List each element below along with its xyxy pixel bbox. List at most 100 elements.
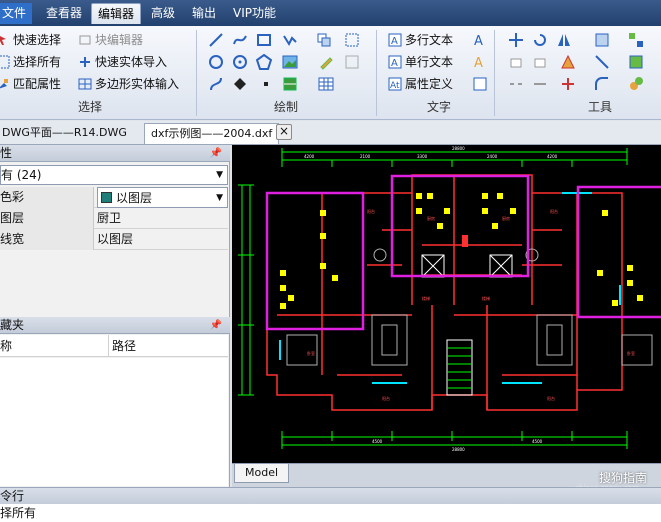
draw-group-label: 绘制: [274, 100, 299, 114]
svg-text:卧室: 卧室: [307, 350, 315, 356]
property-key: 线宽: [0, 229, 94, 250]
color-swatch: [101, 192, 112, 203]
point-tool-icon[interactable]: [258, 76, 274, 92]
rectangle-tool-icon[interactable]: [256, 32, 272, 48]
match-properties-icon: [0, 79, 8, 89]
favorites-title-text: 藏夹: [0, 318, 25, 332]
menu-advanced[interactable]: 高级: [145, 3, 181, 24]
properties-panel-title: 性 📌: [0, 145, 230, 162]
menu-viewer[interactable]: 查看器: [40, 3, 88, 24]
ellipse-tool-icon[interactable]: [232, 76, 248, 92]
menu-file[interactable]: 文件: [0, 3, 33, 24]
quick-select-button[interactable]: 快速选择: [0, 30, 61, 50]
tab-model[interactable]: Model: [234, 464, 290, 483]
trim-icon[interactable]: [594, 54, 610, 70]
join-icon[interactable]: [532, 76, 548, 92]
ribbon-separator: [494, 30, 495, 116]
table-tool-icon[interactable]: [318, 76, 334, 92]
close-tab-icon[interactable]: ×: [276, 124, 292, 140]
svg-text:阳台: 阳台: [547, 395, 555, 401]
attribute-icon: At: [388, 77, 402, 91]
svg-text:28800: 28800: [452, 447, 465, 452]
menu-editor[interactable]: 编辑器: [91, 3, 142, 24]
add-icon: [80, 57, 90, 67]
text-find-icon[interactable]: [472, 76, 488, 92]
polygon-tool-icon[interactable]: [256, 54, 272, 70]
image-insert-icon[interactable]: [282, 54, 298, 70]
circle-tool-icon[interactable]: [208, 54, 224, 70]
tools-group-label: 工具: [588, 100, 613, 114]
scale-icon[interactable]: [532, 54, 548, 70]
pencil-tool-icon[interactable]: [318, 54, 334, 70]
tab-dxf-example[interactable]: dxf示例图——2004.dxf: [144, 123, 280, 144]
single-text-label: 单行文本: [405, 55, 454, 69]
polyline-tool-icon[interactable]: [282, 32, 298, 48]
line-tool-icon[interactable]: [208, 32, 224, 48]
text-style-icon[interactable]: A: [472, 32, 488, 48]
polygon-solid-input-button[interactable]: 多边形实体输入: [78, 74, 179, 94]
stretch-icon[interactable]: [560, 54, 576, 70]
mirror-icon[interactable]: [556, 32, 572, 48]
svg-text:4500: 4500: [532, 439, 543, 444]
svg-text:楼梯: 楼梯: [482, 295, 490, 301]
fillet-icon[interactable]: [594, 76, 610, 92]
quick-solid-import-button[interactable]: 快速实体导入: [78, 52, 167, 72]
selection-combo[interactable]: 有 (24) ▼: [0, 165, 228, 185]
attribute-definition-button[interactable]: At 属性定义: [388, 74, 453, 94]
copy-icon[interactable]: [594, 32, 610, 48]
favorites-list[interactable]: [0, 358, 228, 486]
mtext-icon: A: [388, 33, 402, 47]
select-all-button[interactable]: 选择所有: [0, 52, 61, 72]
freehand-tool-icon[interactable]: [232, 32, 248, 48]
erase-icon[interactable]: [508, 54, 524, 70]
attribute-definition-label: 属性定义: [405, 77, 454, 91]
color-fill-icon[interactable]: [282, 76, 298, 92]
menu-output[interactable]: 输出: [186, 3, 222, 24]
command-line[interactable]: 择所有: [0, 504, 661, 522]
menu-bar: 文件 查看器 编辑器 高级 输出 VIP功能: [0, 0, 661, 26]
move-icon[interactable]: [508, 32, 524, 48]
extend-icon[interactable]: [628, 54, 644, 70]
single-text-button[interactable]: A 单行文本: [388, 52, 453, 72]
property-row-lineweight[interactable]: 线宽 以图层: [0, 229, 228, 250]
tab-dwg-plan[interactable]: DWG平面——R14.DWG: [0, 123, 133, 144]
ribbon-separator: [376, 30, 377, 116]
block-editor-button[interactable]: 块编辑器: [78, 30, 143, 50]
ribbon-separator: [196, 30, 197, 116]
region-tool-icon[interactable]: [344, 54, 360, 70]
svg-text:2100: 2100: [360, 154, 371, 159]
hatch-tool-icon[interactable]: [344, 32, 360, 48]
property-value: 以图层: [97, 232, 134, 246]
selection-highlights: [265, 174, 661, 331]
pin-icon[interactable]: 📌: [210, 317, 222, 334]
select-all-icon: [0, 55, 10, 69]
rotate-icon[interactable]: [532, 32, 548, 48]
menu-vip[interactable]: VIP功能: [227, 3, 282, 24]
svg-text:厨房: 厨房: [427, 215, 435, 221]
property-row-color[interactable]: 色彩 以图层 ▼: [0, 187, 228, 208]
circle-2p-tool-icon[interactable]: [232, 54, 248, 70]
property-row-layer[interactable]: 图层 厨卫: [0, 208, 228, 229]
insert-block-icon[interactable]: [316, 32, 332, 48]
property-key: 图层: [0, 208, 94, 229]
explode-icon[interactable]: [560, 76, 576, 92]
pin-icon[interactable]: 📌: [210, 145, 222, 162]
svg-text:2400: 2400: [487, 154, 498, 159]
mtext-button[interactable]: A 多行文本: [388, 30, 453, 50]
column-name-header[interactable]: 称: [0, 339, 12, 353]
drawing-canvas[interactable]: 28800 4200 2100 3300 2400 4200 28800 4500 4500: [232, 145, 661, 463]
polygon-solid-input-label: 多边形实体输入: [95, 77, 180, 91]
select-group-label: 选择: [78, 100, 103, 114]
offset-icon[interactable]: [628, 76, 644, 92]
quick-select-label: 快速选择: [13, 33, 62, 47]
match-properties-button[interactable]: 匹配属性: [0, 74, 61, 94]
text-edit-icon[interactable]: A: [472, 54, 488, 70]
spline-tool-icon[interactable]: [208, 76, 224, 92]
layout-tab-bar: Model 搜狗指南 zhinan.sogou.com: [232, 463, 661, 492]
array-icon[interactable]: [628, 32, 644, 48]
column-path-header[interactable]: 路径: [108, 335, 136, 357]
highlighted-entities: [280, 193, 643, 309]
color-select[interactable]: 以图层 ▼: [97, 187, 228, 208]
break-icon[interactable]: [508, 76, 524, 92]
text-icon: A: [388, 55, 402, 69]
